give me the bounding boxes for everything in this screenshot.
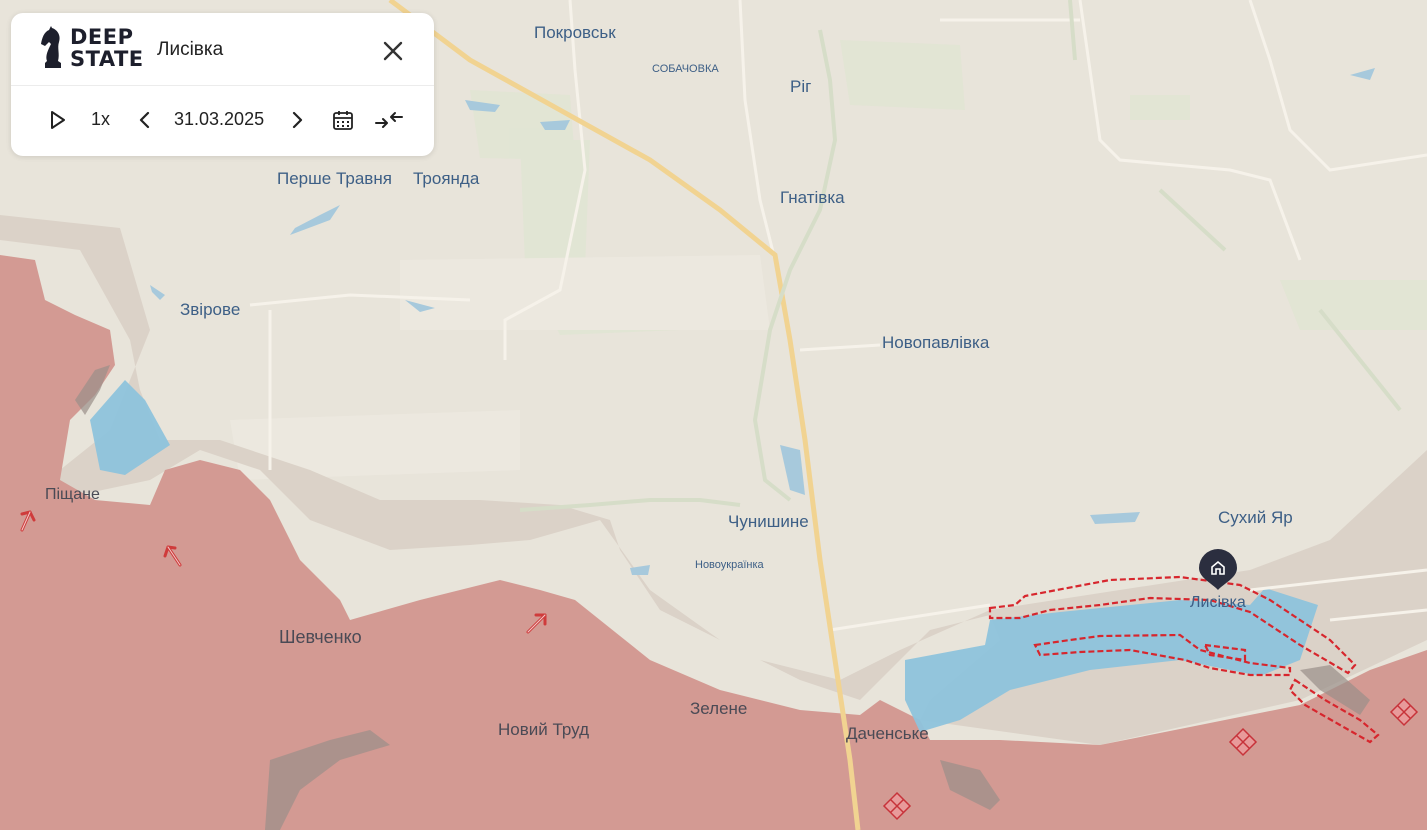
compare-icon (375, 112, 403, 128)
play-icon (51, 111, 65, 129)
chevron-left-icon (139, 111, 150, 129)
deepstate-logo[interactable]: DEEP STATE (39, 26, 143, 72)
place-label: Ріг (790, 77, 812, 96)
place-label: Троянда (413, 169, 480, 188)
compare-button[interactable] (374, 109, 404, 131)
place-label: Лисівка (1190, 594, 1246, 611)
prev-date-button[interactable] (137, 109, 153, 131)
place-label: Чунишине (728, 512, 809, 531)
play-button[interactable] (49, 109, 67, 131)
place-label: Покровськ (534, 23, 616, 42)
speed-button[interactable]: 1x (91, 109, 110, 131)
panel-header: DEEP STATE Лисівка (11, 13, 434, 86)
next-date-button[interactable] (289, 109, 305, 131)
place-label: Сухий Яр (1218, 508, 1293, 527)
place-label: Піщане (45, 486, 100, 503)
place-label: Зелене (690, 699, 748, 718)
place-label: Гнатівка (780, 188, 845, 207)
calendar-button[interactable] (332, 109, 354, 131)
place-label: Новий Труд (498, 720, 590, 739)
place-label: Звірове (180, 300, 241, 319)
close-button[interactable] (381, 39, 405, 63)
control-panel: DEEP STATE Лисівка 1x 31.03.2025 (11, 13, 434, 156)
logo-text: DEEP STATE (70, 25, 144, 71)
place-label: Шевченко (279, 627, 362, 647)
place-label: Новопавлівка (882, 333, 990, 352)
place-label: Новоукраїнка (695, 559, 764, 571)
knight-icon (41, 26, 61, 68)
place-label: СОБАЧОВКА (652, 63, 719, 75)
place-label: Перше Травня (277, 169, 392, 188)
place-label: Даченське (846, 724, 929, 743)
date-display[interactable]: 31.03.2025 (174, 109, 264, 131)
location-title: Лисівка (157, 39, 224, 60)
calendar-icon (333, 111, 353, 130)
chevron-right-icon (292, 111, 303, 129)
close-icon (383, 41, 403, 61)
